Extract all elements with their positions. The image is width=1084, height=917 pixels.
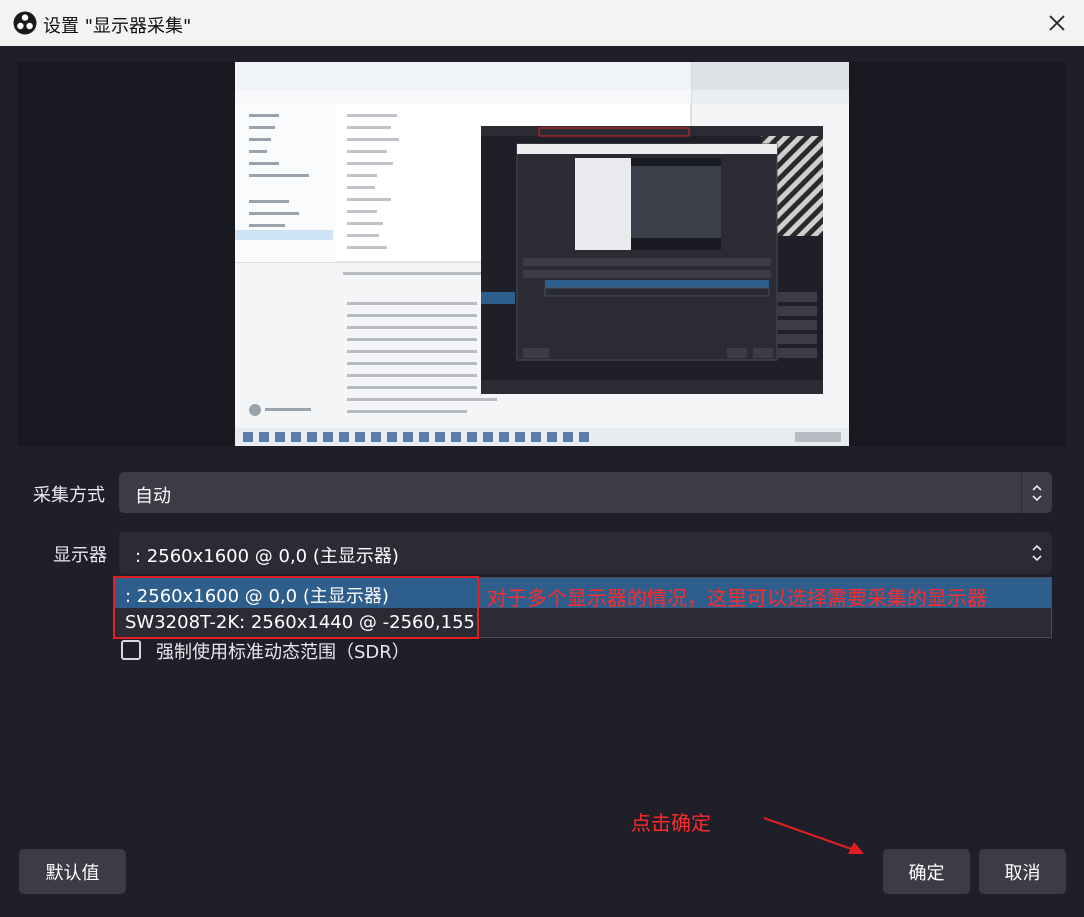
title-bar: 设置 "显示器采集" [0, 0, 1084, 46]
close-icon [1049, 15, 1065, 31]
arrow-icon [763, 816, 864, 854]
display-label: 显示器 [53, 545, 107, 566]
cancel-button[interactable]: 取消 [979, 849, 1066, 894]
display-selected-value: : 2560x1600 @ 0,0 (主显示器) [135, 546, 399, 567]
up-down-chevron-icon [1032, 544, 1042, 562]
close-button[interactable] [1040, 6, 1074, 40]
sdr-checkbox-label: 强制使用标准动态范围（SDR） [156, 642, 410, 663]
dropdown-annotation: 对于多个显示器的情况，这里可以选择需要采集的显示器 [487, 586, 987, 610]
ok-button[interactable]: 确定 [883, 849, 970, 894]
capture-method-label: 采集方式 [33, 485, 105, 506]
capture-method-value: 自动 [135, 486, 171, 507]
display-preview [235, 62, 849, 446]
capture-method-select[interactable]: 自动 [119, 472, 1052, 513]
capture-method-spinner[interactable] [1021, 472, 1052, 513]
display-option[interactable]: SW3208T-2K: 2560x1440 @ -2560,155 [114, 608, 1051, 638]
preview-screenshot [235, 62, 849, 446]
obs-logo-icon [13, 11, 37, 35]
sdr-checkbox[interactable] [121, 640, 141, 660]
ok-annotation: 点击确定 [631, 811, 711, 835]
up-down-chevron-icon [1032, 484, 1042, 501]
display-spinner[interactable] [1022, 532, 1052, 574]
defaults-button[interactable]: 默认值 [19, 849, 126, 894]
display-select[interactable]: : 2560x1600 @ 0,0 (主显示器) [119, 532, 1052, 574]
window-title: 设置 "显示器采集" [43, 16, 192, 37]
